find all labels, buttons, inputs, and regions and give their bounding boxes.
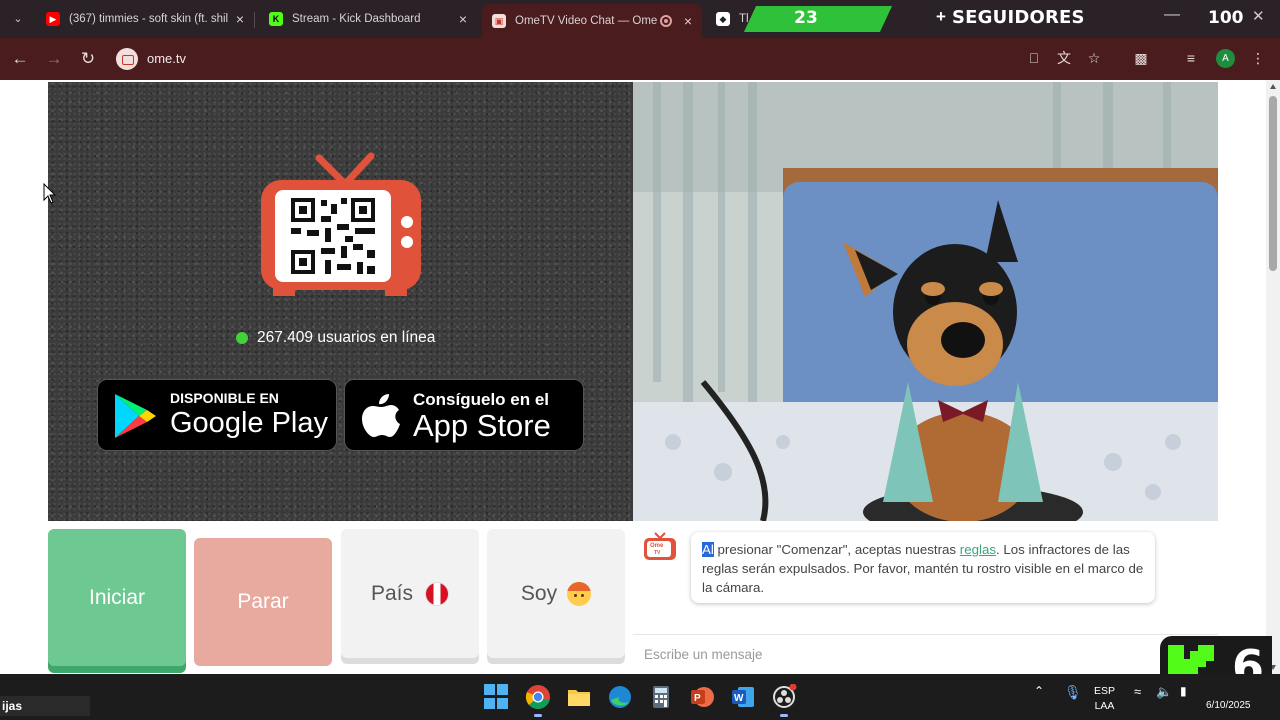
svg-text:W: W: [734, 693, 744, 704]
app-store-small-text: Consíguelo en el: [413, 390, 550, 409]
follower-label: SEGUIDORES: [952, 7, 1085, 28]
forward-arrow-icon[interactable]: →: [43, 48, 65, 70]
close-icon[interactable]: ×: [680, 13, 696, 29]
google-play-icon: [115, 394, 156, 438]
media-control-icon[interactable]: ≡: [1181, 48, 1201, 68]
page-scrollbar[interactable]: [1266, 80, 1280, 674]
rules-link[interactable]: reglas: [960, 542, 996, 557]
peru-flag-icon: [425, 581, 450, 606]
battery-icon[interactable]: ▮: [1180, 684, 1187, 698]
windows-start-icon[interactable]: [484, 684, 510, 710]
close-icon[interactable]: ×: [232, 11, 248, 27]
recording-icon: [660, 15, 672, 27]
svg-text:P: P: [694, 693, 701, 704]
youtube-icon: ▶: [46, 12, 60, 26]
mouse-cursor-icon: [43, 183, 57, 204]
tab-separator: [254, 12, 255, 28]
local-video-panel: 267.409 usuarios en línea DISPONIBLE EN …: [48, 82, 633, 521]
stop-button[interactable]: Parar: [194, 538, 332, 666]
edge-icon[interactable]: [607, 684, 633, 710]
wifi-icon[interactable]: ≈: [1134, 684, 1141, 699]
message-input[interactable]: [644, 643, 1144, 665]
chrome-icon[interactable]: [525, 684, 551, 717]
plus-icon: +: [936, 7, 946, 26]
close-icon[interactable]: ×: [455, 11, 471, 27]
country-button-label: País: [370, 581, 414, 605]
window-close-icon[interactable]: ✕: [1252, 7, 1265, 25]
app-store-button[interactable]: Consíguelo en el App Store: [344, 379, 584, 451]
ometv-icon: ▣: [492, 14, 506, 28]
chat-logo-text-2: TV: [654, 550, 661, 556]
url-text[interactable]: ome.tv: [147, 51, 186, 66]
extensions-icon[interactable]: ▩: [1131, 48, 1151, 68]
app-store-big-text: App Store: [413, 408, 551, 443]
qr-tv-icon: [261, 152, 421, 296]
install-app-icon[interactable]: ⎕: [1024, 48, 1044, 68]
word-icon[interactable]: W: [730, 684, 756, 710]
tab-youtube[interactable]: ▶ (367) timmies - soft skin (ft. shil ×: [36, 6, 254, 32]
tab-title: Stream - Kick Dashboard: [292, 13, 421, 25]
message-highlight: Al: [702, 542, 714, 557]
tab-title: (367) timmies - soft skin (ft. shil: [69, 13, 229, 25]
scroll-up-arrow-icon[interactable]: [1270, 84, 1276, 89]
keyboard-layout: LAA: [1094, 700, 1115, 712]
minimize-icon[interactable]: —: [1164, 6, 1180, 24]
windows-taskbar: ijas P W ⌃ 🎙 ESP LAA ≈ 🔈 ▮ 6/10/2025: [0, 674, 1280, 720]
site-info-icon[interactable]: [116, 48, 138, 70]
scroll-thumb[interactable]: [1269, 96, 1277, 271]
language-code: ESP: [1094, 685, 1116, 697]
tab-kick-dashboard[interactable]: K Stream - Kick Dashboard ×: [259, 6, 477, 32]
taskbar-search-text[interactable]: ijas: [0, 696, 90, 716]
tab-title: OmeTV Video Chat — Ome: [515, 15, 658, 27]
apple-icon: [362, 394, 400, 437]
microphone-icon[interactable]: 🎙: [1064, 684, 1082, 701]
stop-button-label: Parar: [237, 590, 289, 613]
obs-icon[interactable]: [771, 683, 797, 717]
calculator-icon[interactable]: [648, 684, 674, 710]
tray-chevron-icon[interactable]: ⌃: [1034, 684, 1044, 698]
ometv-page: 267.409 usuarios en línea DISPONIBLE EN …: [0, 80, 1266, 674]
tab-strip: ⌄ ▶ (367) timmies - soft skin (ft. shil …: [0, 0, 1280, 38]
volume-icon[interactable]: 🔈: [1156, 684, 1172, 700]
taskbar-date[interactable]: 6/10/2025: [1206, 700, 1251, 711]
kick-icon: K: [269, 12, 283, 26]
language-indicator[interactable]: ESP LAA: [1094, 684, 1115, 714]
tab-ometv[interactable]: ▣ OmeTV Video Chat — Ome ×: [482, 4, 702, 38]
remote-video-frame: [633, 82, 1218, 521]
google-play-button[interactable]: DISPONIBLE EN Google Play: [97, 379, 337, 451]
chat-logo-text: Ome: [650, 543, 664, 549]
powerpoint-icon[interactable]: P: [689, 684, 715, 710]
kebab-menu-icon[interactable]: ⋮: [1248, 48, 1268, 68]
google-play-small-text: DISPONIBLE EN: [170, 390, 279, 406]
follower-goal: 100: [1208, 8, 1244, 28]
browser-toolbar: ← → ↻ ome.tv ⎕ 文 ☆ ▩ ≡ A ⋮: [0, 38, 1280, 80]
start-button[interactable]: Iniciar: [48, 529, 186, 666]
profile-avatar[interactable]: A: [1216, 49, 1235, 68]
chat-panel: Ome TV Al presionar "Comenzar", aceptas …: [633, 521, 1218, 674]
diamond-icon: ◆: [716, 12, 730, 26]
translate-icon[interactable]: 文: [1054, 48, 1074, 68]
boy-face-icon: [567, 581, 592, 606]
reload-icon[interactable]: ↻: [77, 48, 99, 70]
follower-count: 23: [794, 8, 818, 28]
back-arrow-icon[interactable]: ←: [9, 48, 31, 70]
start-button-label: Iniciar: [88, 585, 146, 609]
system-message: Al presionar "Comenzar", aceptas nuestra…: [691, 532, 1155, 603]
tab-search-chevron-icon[interactable]: ⌄: [6, 8, 30, 30]
gender-button-label: Soy: [520, 581, 558, 605]
online-status-dot: [236, 332, 248, 344]
tab-other[interactable]: ◆ The b: [706, 6, 748, 32]
online-count-text: 267.409 usuarios en línea: [257, 329, 436, 346]
online-users: 267.409 usuarios en línea: [236, 329, 435, 347]
bookmark-star-icon[interactable]: ☆: [1084, 48, 1104, 68]
file-explorer-icon[interactable]: [566, 684, 592, 710]
google-play-big-text: Google Play: [170, 407, 328, 439]
message-text-1: presionar "Comenzar", aceptas nuestras: [713, 542, 960, 557]
country-button[interactable]: País: [341, 529, 479, 658]
gender-button[interactable]: Soy: [487, 529, 625, 658]
address-bar[interactable]: ome.tv: [112, 44, 1112, 74]
remote-video-panel: [633, 82, 1218, 521]
chat-divider: [633, 634, 1218, 635]
